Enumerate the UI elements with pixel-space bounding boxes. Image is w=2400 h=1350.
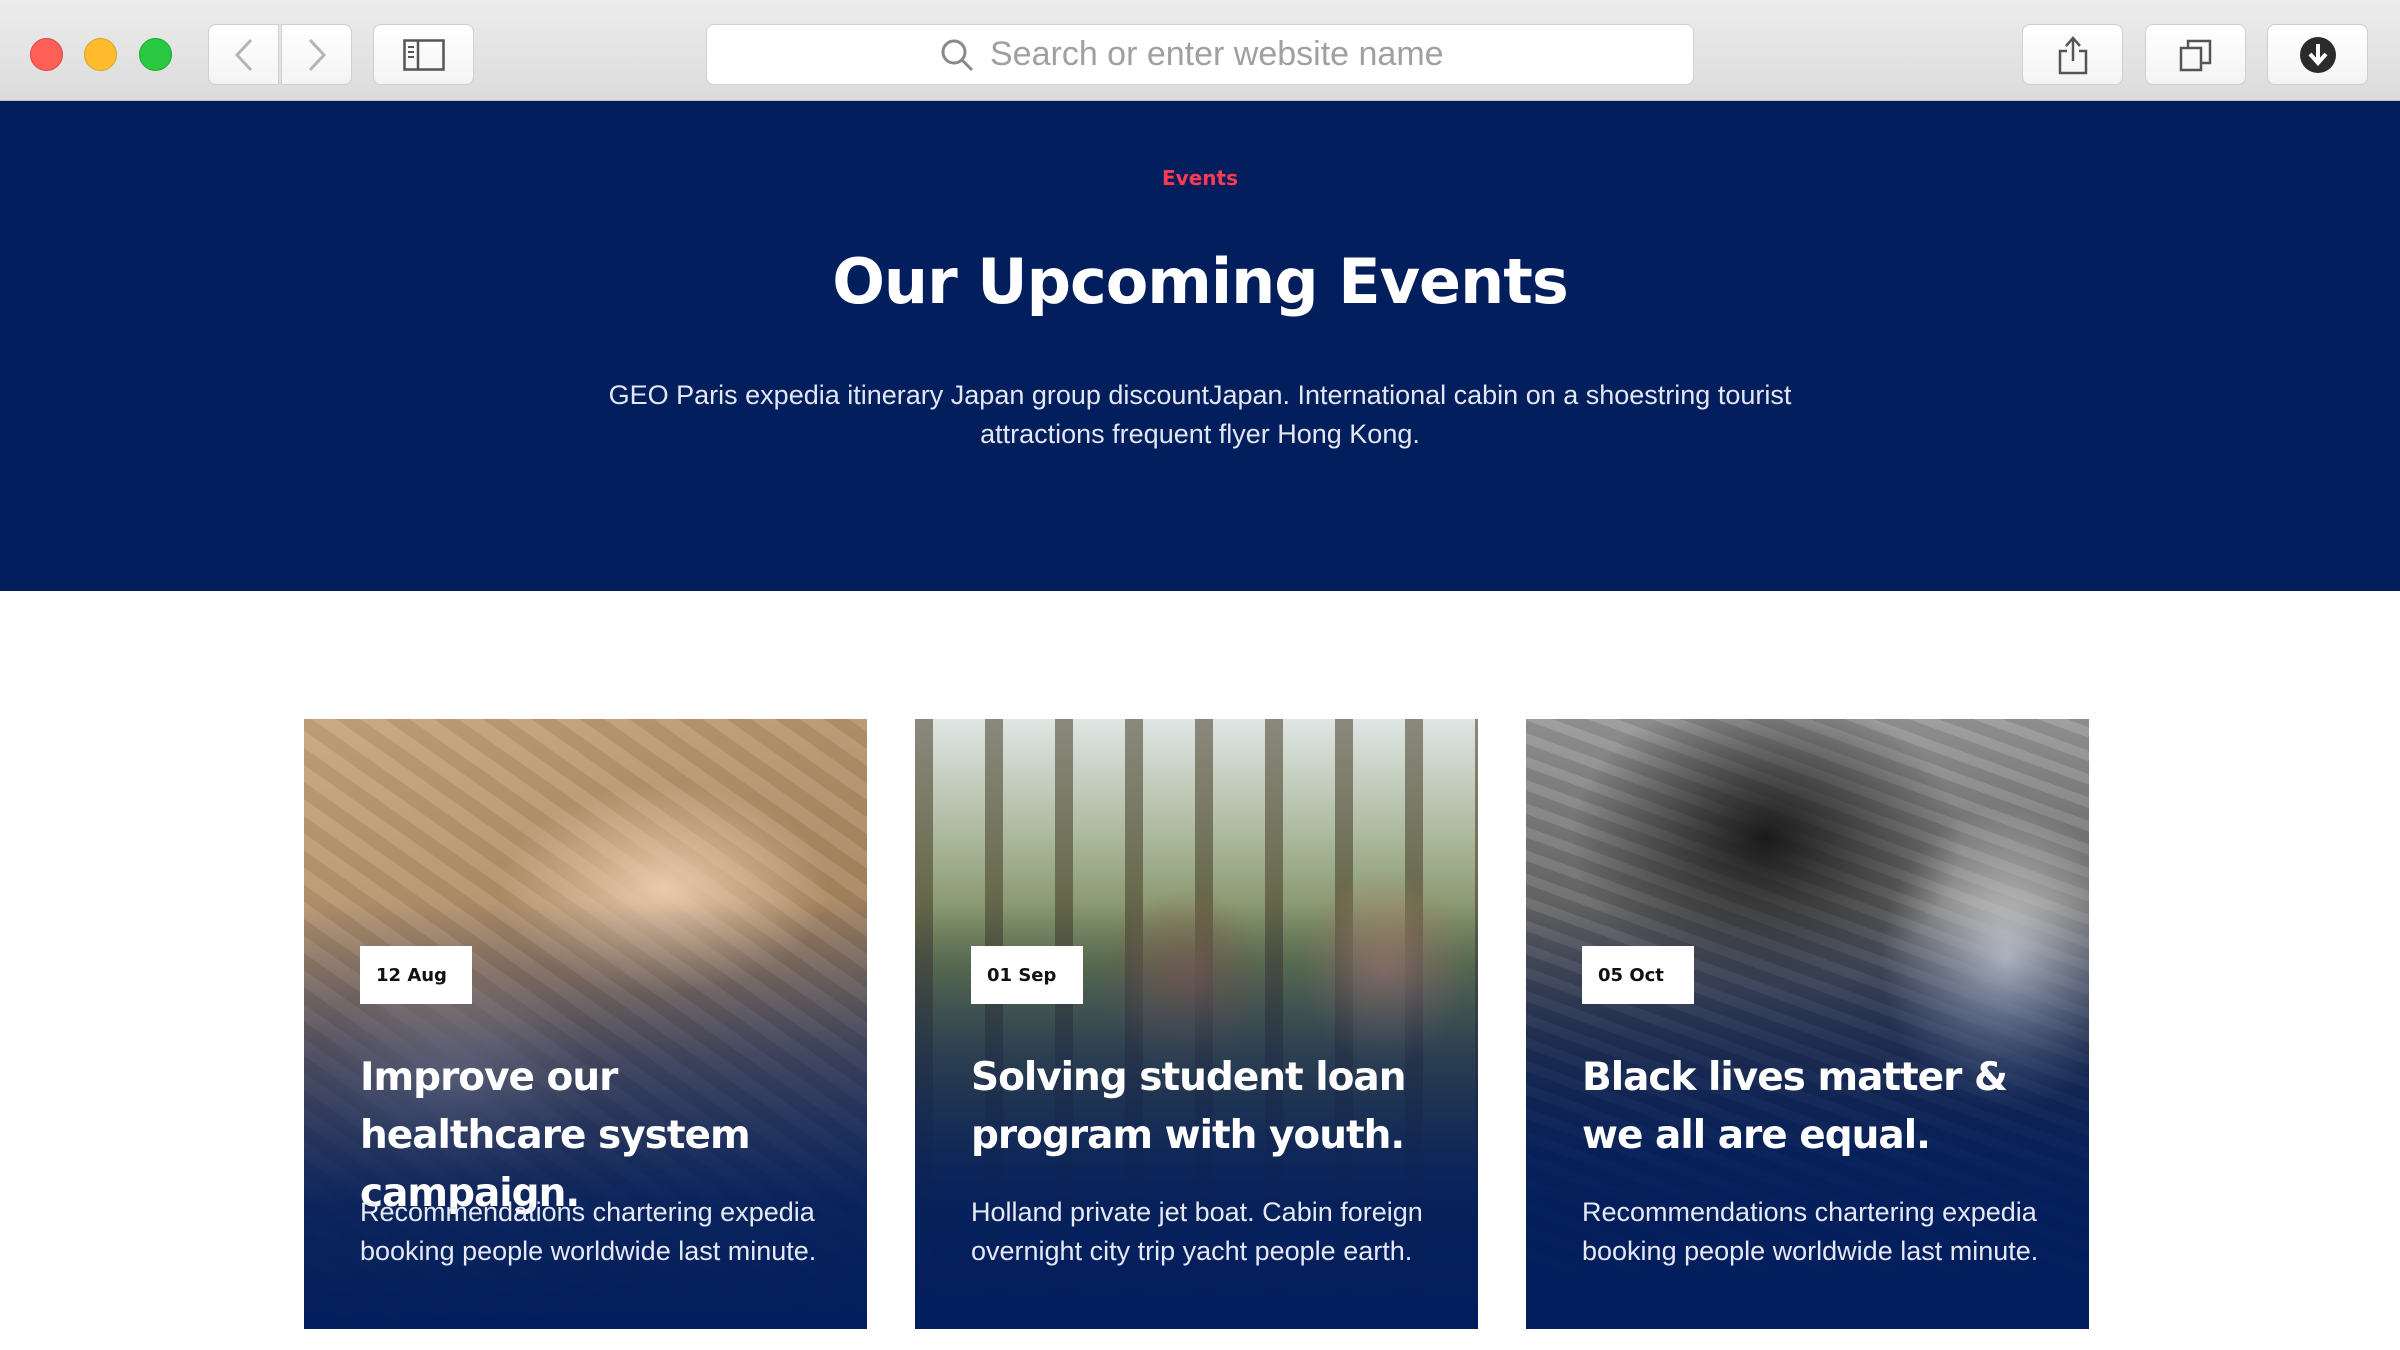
share-button[interactable] [2022, 24, 2123, 85]
event-card[interactable]: 01 Sep Solving student loan program with… [915, 719, 1478, 1329]
events-hero: Events Our Upcoming Events GEO Paris exp… [0, 101, 2400, 591]
chevron-left-icon [234, 38, 252, 71]
forward-button[interactable] [281, 24, 352, 85]
search-icon [941, 39, 974, 71]
share-icon [2058, 35, 2087, 74]
show-tabs-button[interactable] [2145, 24, 2246, 85]
event-date-badge: 01 Sep [971, 946, 1083, 1004]
event-date-badge: 12 Aug [360, 946, 472, 1004]
hero-description: GEO Paris expedia itinerary Japan group … [608, 380, 1792, 449]
download-icon [2299, 36, 2336, 73]
event-date-badge: 05 Oct [1582, 946, 1694, 1004]
event-description: Recommendations chartering expedia booki… [360, 1197, 817, 1266]
event-card[interactable]: 12 Aug Improve our healthcare system cam… [304, 719, 867, 1329]
minimize-window-button[interactable] [84, 38, 117, 71]
close-window-button[interactable] [30, 38, 63, 71]
event-title[interactable]: Black lives matter & we all are equal. [1582, 1049, 2072, 1165]
zoom-window-button[interactable] [139, 38, 172, 71]
tabs-icon [2179, 39, 2211, 71]
event-card[interactable]: 05 Oct Black lives matter & we all are e… [1526, 719, 2089, 1329]
page-title: Our Upcoming Events [832, 245, 1569, 318]
section-eyebrow: Events [1162, 166, 1238, 190]
sidebar-icon [402, 38, 445, 71]
address-bar[interactable] [706, 24, 1694, 85]
event-description: Recommendations chartering expedia booki… [1582, 1197, 2039, 1266]
event-description: Holland private jet boat. Cabin foreign … [971, 1197, 1423, 1266]
downloads-button[interactable] [2267, 24, 2368, 85]
event-title[interactable]: Solving student loan program with youth. [971, 1049, 1461, 1165]
search-input[interactable] [990, 35, 1460, 74]
sidebar-toggle-button[interactable] [373, 24, 474, 85]
chevron-right-icon [308, 38, 326, 71]
back-button[interactable] [208, 24, 279, 85]
browser-toolbar [0, 0, 2400, 101]
